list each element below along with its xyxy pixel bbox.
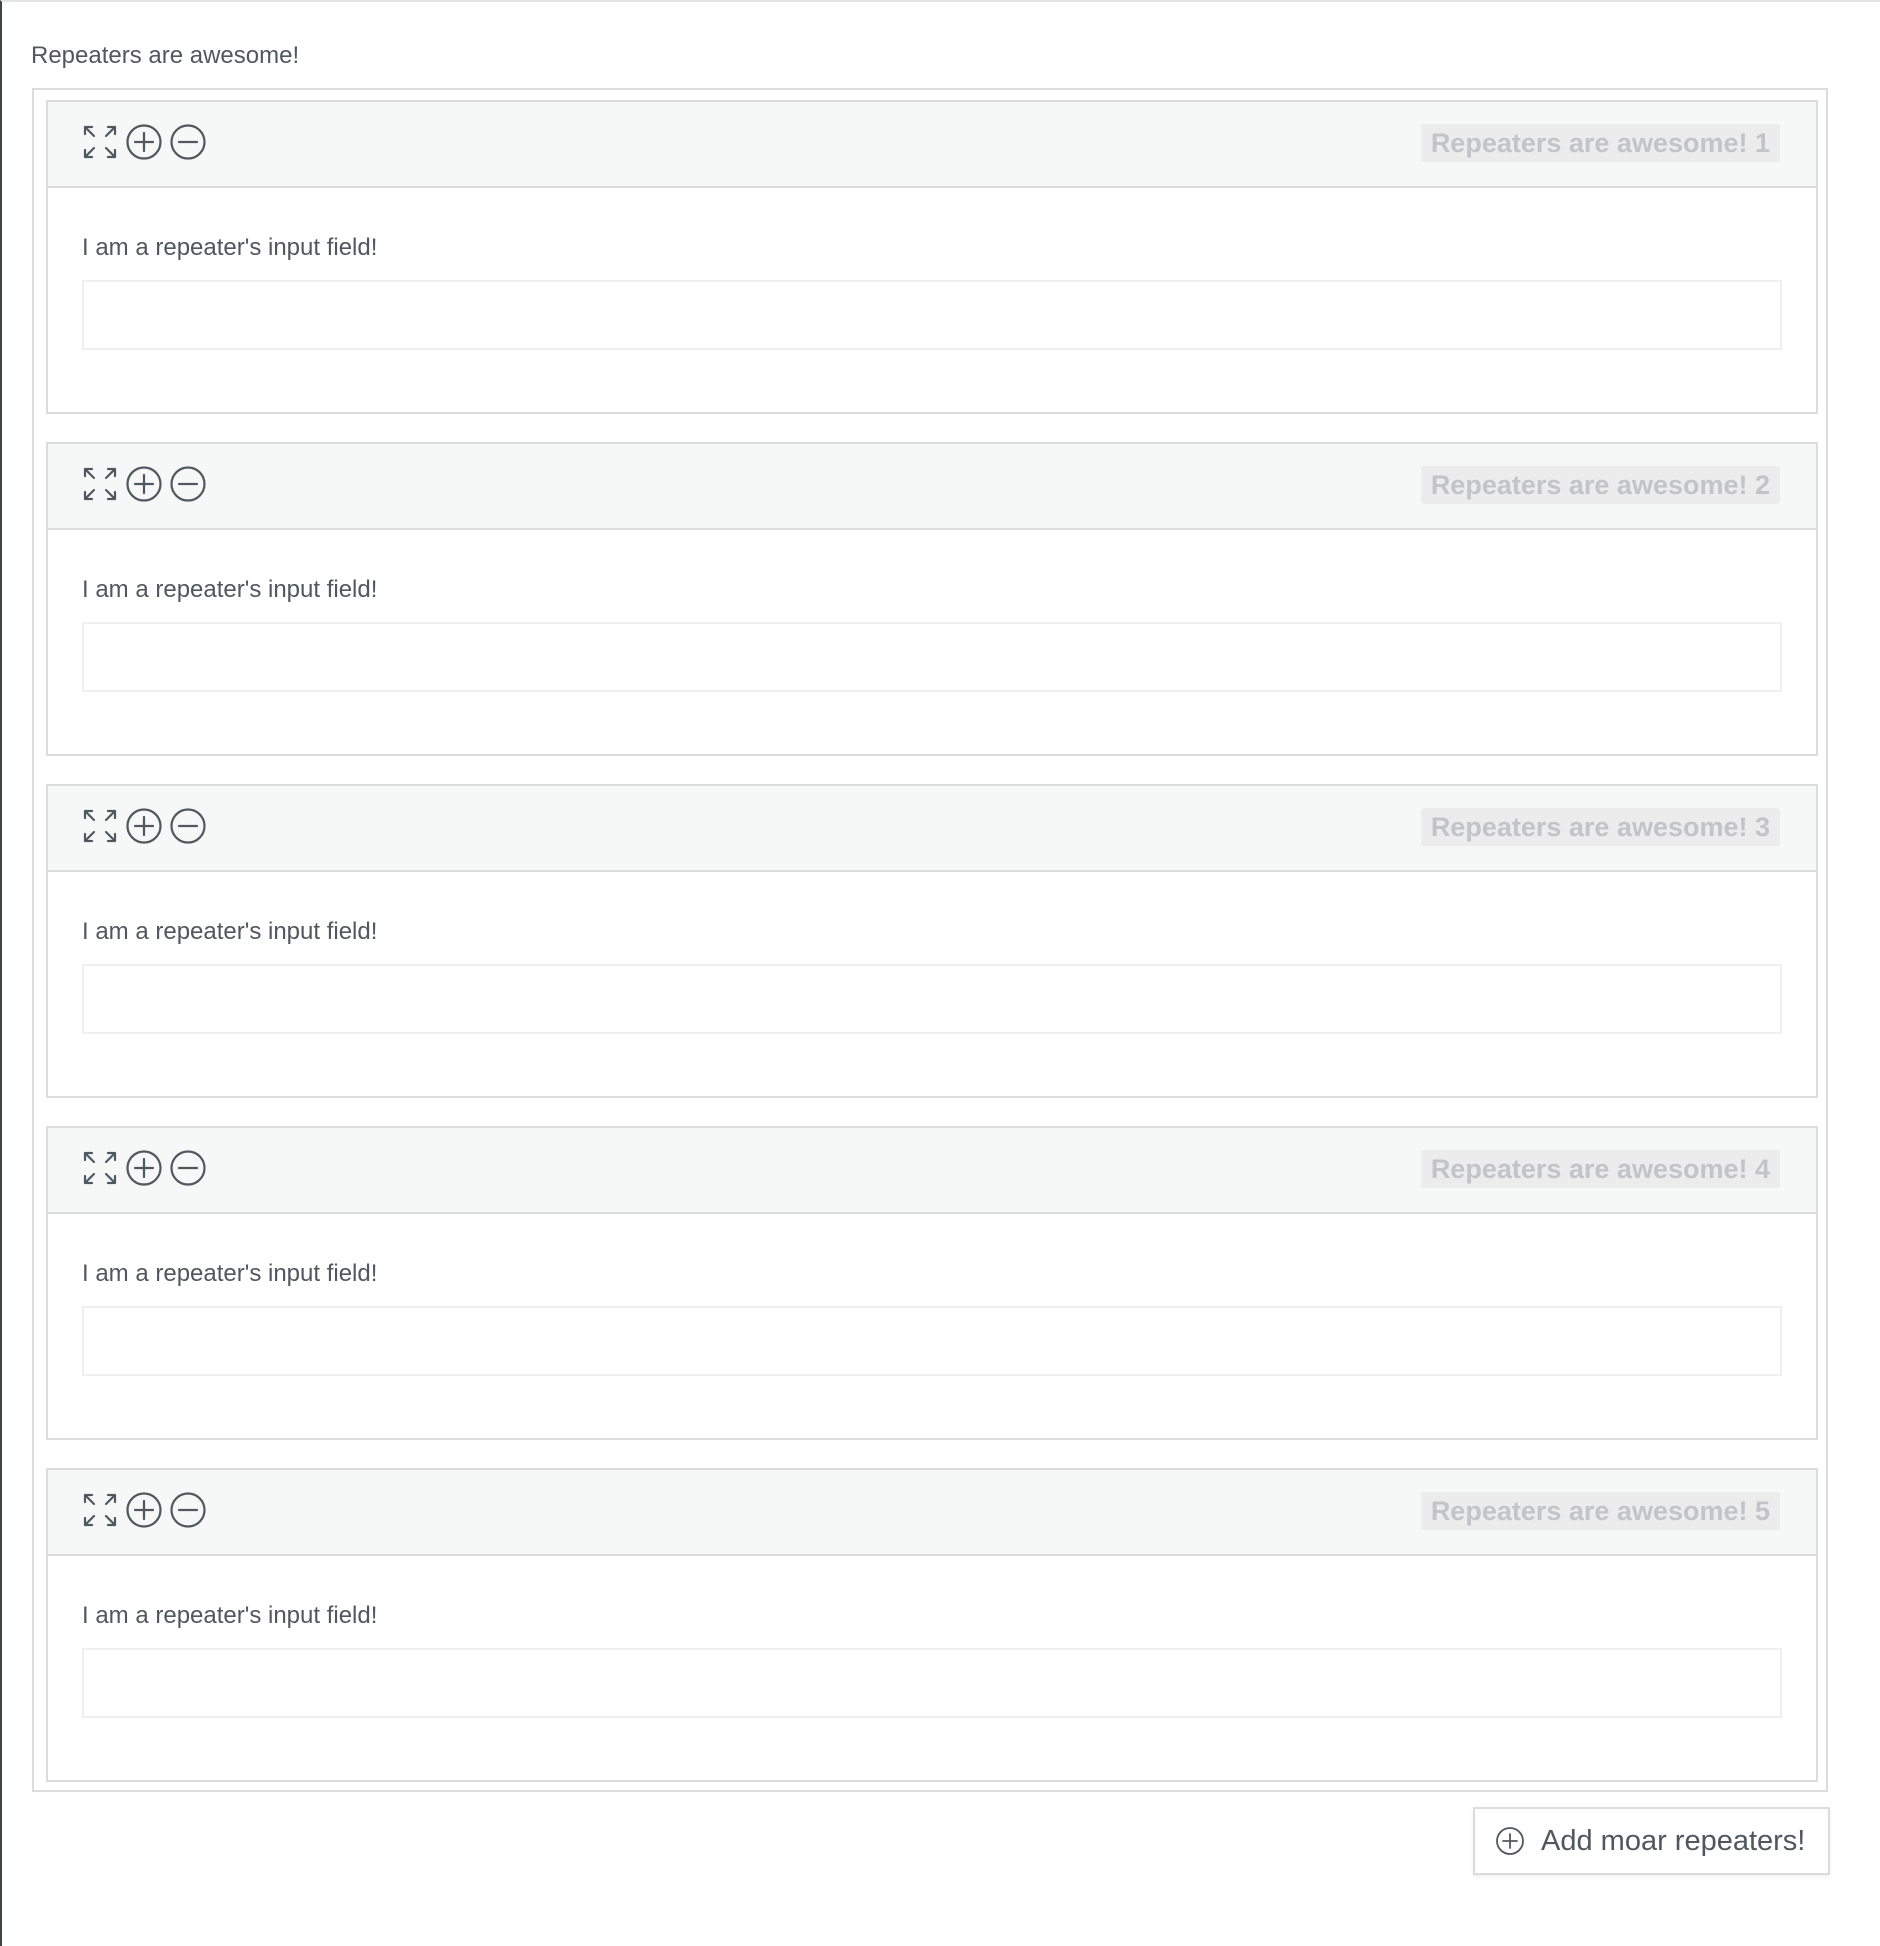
field-label: I am a repeater's input field!: [82, 234, 378, 261]
repeater-input-field[interactable]: [82, 964, 1782, 1034]
field-label: I am a repeater's input field!: [82, 576, 378, 603]
repeater-row: Repeaters are awesome! 3 I am a repeater…: [46, 784, 1818, 1098]
repeater-input-field[interactable]: [82, 622, 1782, 692]
add-row-icon[interactable]: [124, 806, 164, 846]
add-repeater-label: Add moar repeaters!: [1541, 1824, 1806, 1857]
repeater-row-header: Repeaters are awesome! 3: [48, 786, 1816, 872]
repeater-group: Repeaters are awesome! 1 I am a repeater…: [32, 88, 1828, 1792]
row-toolbar: [80, 464, 212, 504]
field-label: I am a repeater's input field!: [82, 1602, 378, 1629]
field-label: I am a repeater's input field!: [82, 918, 378, 945]
row-toolbar: [80, 122, 212, 162]
row-title-badge: Repeaters are awesome! 2: [1420, 466, 1780, 504]
repeater-row: Repeaters are awesome! 4 I am a repeater…: [46, 1126, 1818, 1440]
remove-row-icon[interactable]: [168, 1148, 208, 1188]
repeater-group-label: Repeaters are awesome!: [31, 42, 300, 69]
repeater-input-field[interactable]: [82, 1648, 1782, 1718]
expand-arrows-icon[interactable]: [80, 122, 120, 162]
remove-row-icon[interactable]: [168, 806, 208, 846]
add-row-icon[interactable]: [124, 122, 164, 162]
remove-row-icon[interactable]: [168, 464, 208, 504]
repeater-row: Repeaters are awesome! 2 I am a repeater…: [46, 442, 1818, 756]
row-title-badge: Repeaters are awesome! 5: [1420, 1492, 1780, 1530]
repeater-input-field[interactable]: [82, 280, 1782, 350]
expand-arrows-icon[interactable]: [80, 806, 120, 846]
add-row-icon[interactable]: [124, 1148, 164, 1188]
repeater-row: Repeaters are awesome! 1 I am a repeater…: [46, 100, 1818, 414]
remove-row-icon[interactable]: [168, 1490, 208, 1530]
remove-row-icon[interactable]: [168, 122, 208, 162]
repeater-input-field[interactable]: [82, 1306, 1782, 1376]
expand-arrows-icon[interactable]: [80, 1148, 120, 1188]
row-title-badge: Repeaters are awesome! 4: [1420, 1150, 1780, 1188]
expand-arrows-icon[interactable]: [80, 1490, 120, 1530]
row-title-badge: Repeaters are awesome! 1: [1420, 124, 1780, 162]
add-row-icon[interactable]: [124, 1490, 164, 1530]
repeater-row-header: Repeaters are awesome! 2: [48, 444, 1816, 530]
add-row-icon[interactable]: [124, 464, 164, 504]
row-toolbar: [80, 1490, 212, 1530]
repeater-row: Repeaters are awesome! 5 I am a repeater…: [46, 1468, 1818, 1782]
repeater-row-header: Repeaters are awesome! 1: [48, 102, 1816, 188]
repeater-row-header: Repeaters are awesome! 4: [48, 1128, 1816, 1214]
row-toolbar: [80, 1148, 212, 1188]
row-toolbar: [80, 806, 212, 846]
field-label: I am a repeater's input field!: [82, 1260, 378, 1287]
repeater-row-header: Repeaters are awesome! 5: [48, 1470, 1816, 1556]
add-repeater-button[interactable]: Add moar repeaters!: [1473, 1807, 1830, 1875]
row-title-badge: Repeaters are awesome! 3: [1420, 808, 1780, 846]
plus-circle-icon: [1495, 1826, 1525, 1856]
expand-arrows-icon[interactable]: [80, 464, 120, 504]
